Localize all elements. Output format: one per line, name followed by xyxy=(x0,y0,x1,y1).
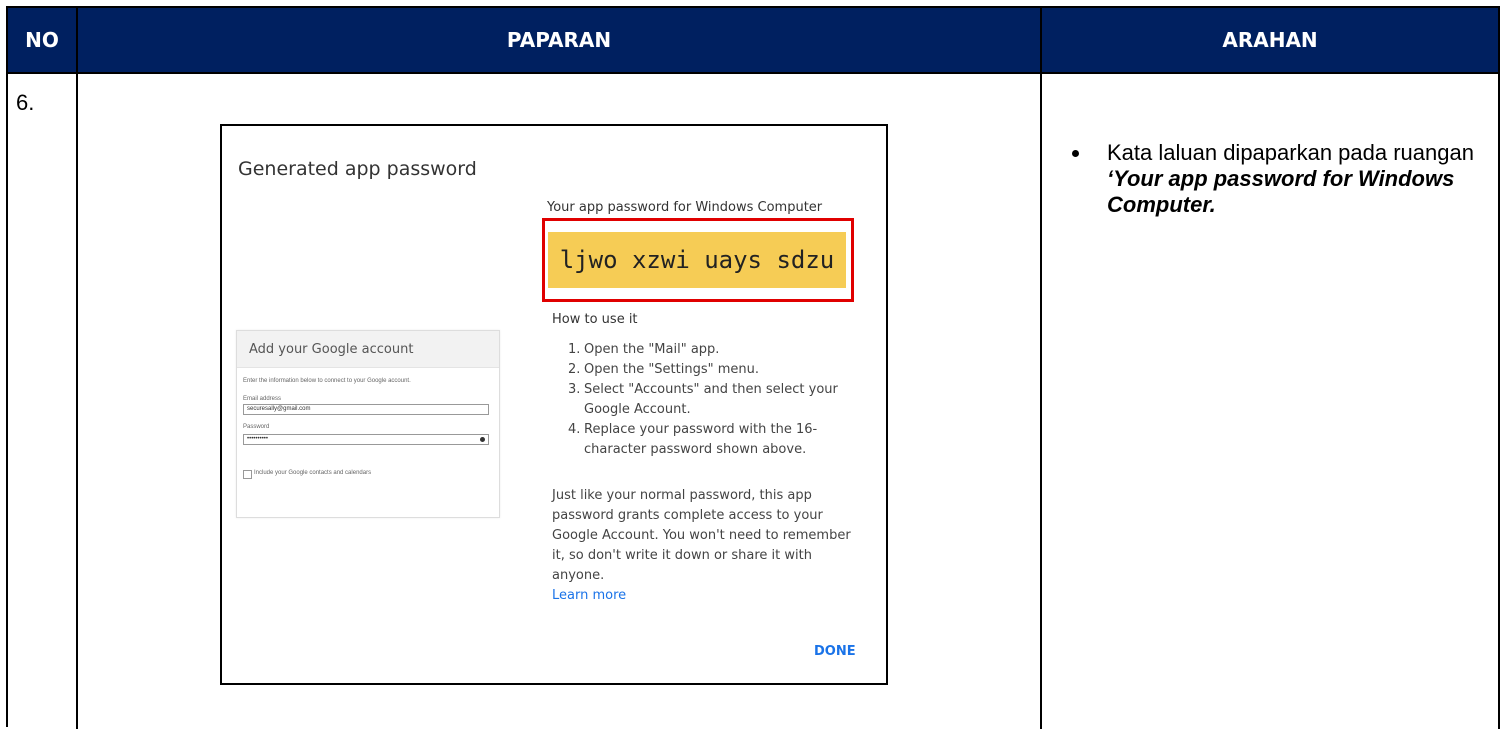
cell-instruction: Kata laluan dipaparkan pada ruangan ‘You… xyxy=(1042,74,1500,729)
password-field-value: •••••••••• xyxy=(247,436,269,442)
dialog-title: Generated app password xyxy=(238,158,477,180)
how-to-steps: 1. Open the "Mail" app. 2. Open the "Setti… xyxy=(568,340,868,460)
card-title: Add your Google account xyxy=(237,331,499,368)
step-item: 2. Open the "Settings" menu. xyxy=(568,362,760,377)
learn-more-link[interactable]: Learn more xyxy=(552,588,626,603)
app-password-value: ljwo xzwi uays sdzu xyxy=(548,232,846,288)
password-label: Password xyxy=(243,424,270,430)
header-no: NO xyxy=(8,8,78,74)
password-field[interactable]: •••••••••• xyxy=(243,434,489,445)
instruction-plain: Kata laluan dipaparkan pada ruangan xyxy=(1107,140,1474,165)
instruction-text: Kata laluan dipaparkan pada ruangan ‘You… xyxy=(1107,140,1482,218)
generated-password-dialog: Generated app password Add your Google a… xyxy=(220,124,888,685)
row-number: 6. xyxy=(16,90,35,115)
cell-number: 6. xyxy=(8,74,78,729)
instruction-emphasis: ‘Your app password for Windows Computer. xyxy=(1107,166,1455,217)
header-paparan: PAPARAN xyxy=(78,8,1042,74)
bullet-icon xyxy=(1072,150,1079,157)
email-field[interactable]: securesally@gmail.com xyxy=(243,404,489,415)
google-account-card: Add your Google account Enter the inform… xyxy=(236,330,500,518)
step-item: 3. Select "Accounts" and then select your… xyxy=(568,382,838,417)
cell-screenshot: Generated app password Add your Google a… xyxy=(78,74,1042,729)
security-paragraph: Just like your normal password, this app… xyxy=(552,488,851,583)
step-item: 1. Open the "Mail" app. xyxy=(568,342,720,357)
header-arahan: ARAHAN xyxy=(1042,8,1500,74)
email-label: Email address xyxy=(243,396,282,402)
card-subtitle: Enter the information below to connect t… xyxy=(243,378,411,384)
instruction-bullet: Kata laluan dipaparkan pada ruangan ‘You… xyxy=(1072,140,1482,218)
how-to-title: How to use it xyxy=(552,312,638,327)
step-item: 4. Replace your password with the 16-char… xyxy=(568,422,818,457)
done-button[interactable]: DONE xyxy=(814,644,856,659)
eye-icon[interactable] xyxy=(480,437,485,442)
instruction-table: NO PAPARAN ARAHAN 6. Generated app passw… xyxy=(6,6,1500,729)
contacts-checkbox-label: Include your Google contacts and calenda… xyxy=(254,470,372,476)
contacts-checkbox[interactable] xyxy=(243,470,252,479)
password-label-heading: Your app password for Windows Computer xyxy=(547,200,823,215)
